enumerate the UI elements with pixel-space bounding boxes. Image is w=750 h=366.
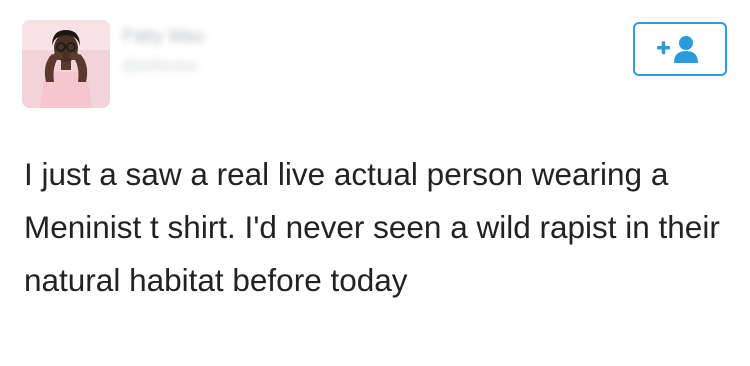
user-meta[interactable]: Patty Wao @pattywao <box>122 22 302 82</box>
user-handle[interactable]: @pattywao <box>122 57 302 74</box>
avatar-photo <box>22 20 110 108</box>
avatar[interactable] <box>22 20 110 108</box>
display-name[interactable]: Patty Wao <box>122 26 302 47</box>
tweet-card: Patty Wao @pattywao I just a saw a real … <box>0 0 750 366</box>
add-user-icon <box>656 34 704 64</box>
tweet-text: I just a saw a real live actual person w… <box>24 156 720 298</box>
follow-button[interactable] <box>633 22 727 76</box>
